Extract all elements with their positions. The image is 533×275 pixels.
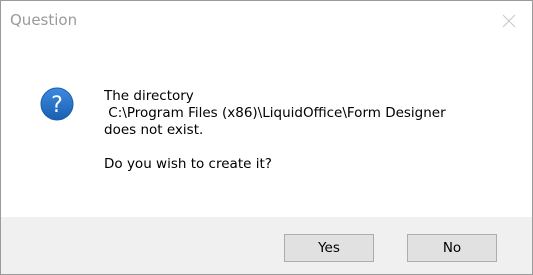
message-spacer [104, 139, 446, 156]
question-icon: ? [40, 87, 74, 121]
close-button[interactable] [486, 1, 532, 39]
button-bar: Yes No [1, 217, 532, 274]
message-line-2-path: C:\Program Files (x86)\LiquidOffice\Form… [104, 105, 446, 121]
message-line-1: The directory [104, 88, 194, 104]
message-line-4-question: Do you wish to create it? [104, 156, 272, 172]
question-icon-glyph: ? [51, 93, 63, 118]
window-title: Question [10, 11, 78, 29]
message-line-3: does not exist. [104, 122, 204, 138]
close-icon [502, 14, 516, 28]
dialog-content: ? The directory C:\Program Files (x86)\L… [1, 39, 532, 217]
message-text: The directory C:\Program Files (x86)\Liq… [104, 88, 446, 173]
yes-button[interactable]: Yes [284, 234, 374, 262]
question-dialog: Question ? The directory C:\Program File… [0, 0, 533, 275]
no-button[interactable]: No [407, 234, 497, 262]
title-bar[interactable]: Question [1, 1, 532, 39]
